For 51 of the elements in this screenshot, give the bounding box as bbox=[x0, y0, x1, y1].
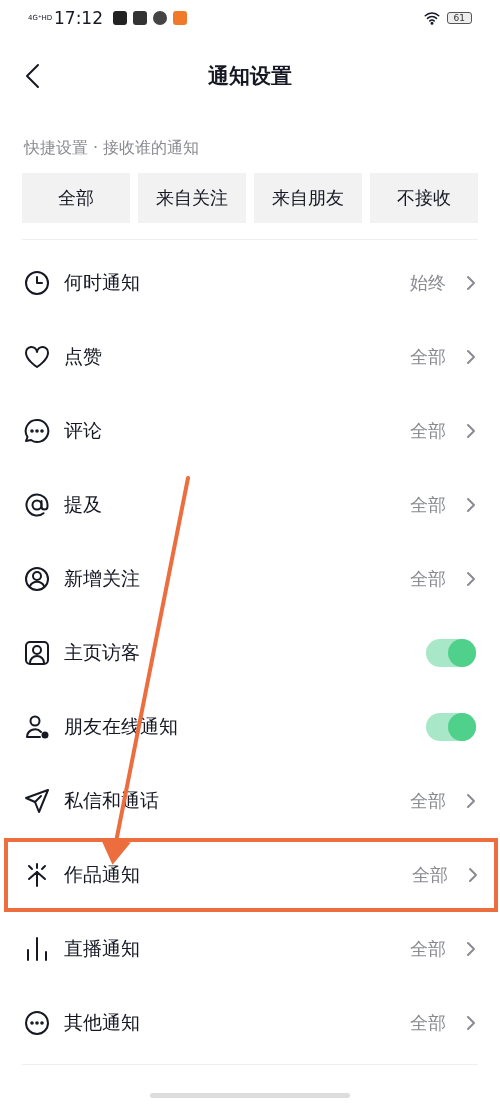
user-circle-icon bbox=[24, 566, 50, 592]
option-button[interactable]: 来自关注 bbox=[138, 173, 246, 223]
more-circle-icon bbox=[24, 1010, 50, 1036]
chevron-right-icon[interactable] bbox=[466, 1015, 476, 1031]
chat-bubble-icon bbox=[24, 418, 50, 444]
section-label: 快捷设置 · 接收谁的通知 bbox=[22, 137, 201, 159]
toggle-switch[interactable] bbox=[426, 713, 476, 741]
option-button[interactable]: 不接收 bbox=[370, 173, 478, 223]
app-notification-icon bbox=[133, 11, 147, 25]
setting-label[interactable]: 提及 bbox=[64, 492, 102, 518]
setting-label[interactable]: 作品通知 bbox=[64, 862, 140, 888]
setting-value[interactable]: 全部 bbox=[410, 345, 446, 369]
setting-label[interactable]: 新增关注 bbox=[64, 566, 140, 592]
heart-icon bbox=[24, 344, 50, 370]
option-button[interactable]: 全部 bbox=[22, 173, 130, 223]
user-dot-icon bbox=[24, 714, 50, 740]
chevron-right-icon[interactable] bbox=[466, 349, 476, 365]
setting-label[interactable]: 何时通知 bbox=[64, 270, 140, 296]
app-notification-icon bbox=[113, 11, 127, 25]
battery-indicator: 61 bbox=[446, 12, 472, 24]
setting-label[interactable]: 点赞 bbox=[64, 344, 102, 370]
setting-value[interactable]: 全部 bbox=[410, 937, 446, 961]
at-sign-icon bbox=[24, 492, 50, 518]
app-notification-icon bbox=[173, 11, 187, 25]
setting-value[interactable]: 全部 bbox=[410, 567, 446, 591]
setting-value[interactable]: 始终 bbox=[410, 271, 446, 295]
page-title: 通知设置 bbox=[208, 63, 292, 90]
toggle-switch[interactable] bbox=[426, 639, 476, 667]
chevron-right-icon[interactable] bbox=[466, 423, 476, 439]
setting-label[interactable]: 直播通知 bbox=[64, 936, 140, 962]
app-notification-icon bbox=[153, 11, 167, 25]
bar-chart-icon bbox=[24, 936, 50, 962]
user-portrait-icon bbox=[24, 640, 50, 666]
chevron-right-icon[interactable] bbox=[468, 867, 478, 883]
setting-value[interactable]: 全部 bbox=[410, 789, 446, 813]
option-button[interactable]: 来自朋友 bbox=[254, 173, 362, 223]
chevron-right-icon[interactable] bbox=[466, 497, 476, 513]
setting-label[interactable]: 主页访客 bbox=[64, 640, 140, 666]
paper-plane-icon bbox=[24, 788, 50, 814]
setting-value[interactable]: 全部 bbox=[410, 493, 446, 517]
setting-value[interactable]: 全部 bbox=[412, 863, 448, 887]
setting-value[interactable]: 全部 bbox=[410, 1011, 446, 1035]
clock-icon bbox=[24, 270, 50, 296]
setting-label[interactable]: 评论 bbox=[64, 418, 102, 444]
setting-value[interactable]: 全部 bbox=[410, 419, 446, 443]
status-time: 17:12 bbox=[54, 8, 103, 28]
chevron-right-icon[interactable] bbox=[466, 275, 476, 291]
chevron-right-icon[interactable] bbox=[466, 793, 476, 809]
chevron-right-icon[interactable] bbox=[466, 571, 476, 587]
setting-label[interactable]: 其他通知 bbox=[64, 1010, 140, 1036]
chevron-right-icon[interactable] bbox=[466, 941, 476, 957]
